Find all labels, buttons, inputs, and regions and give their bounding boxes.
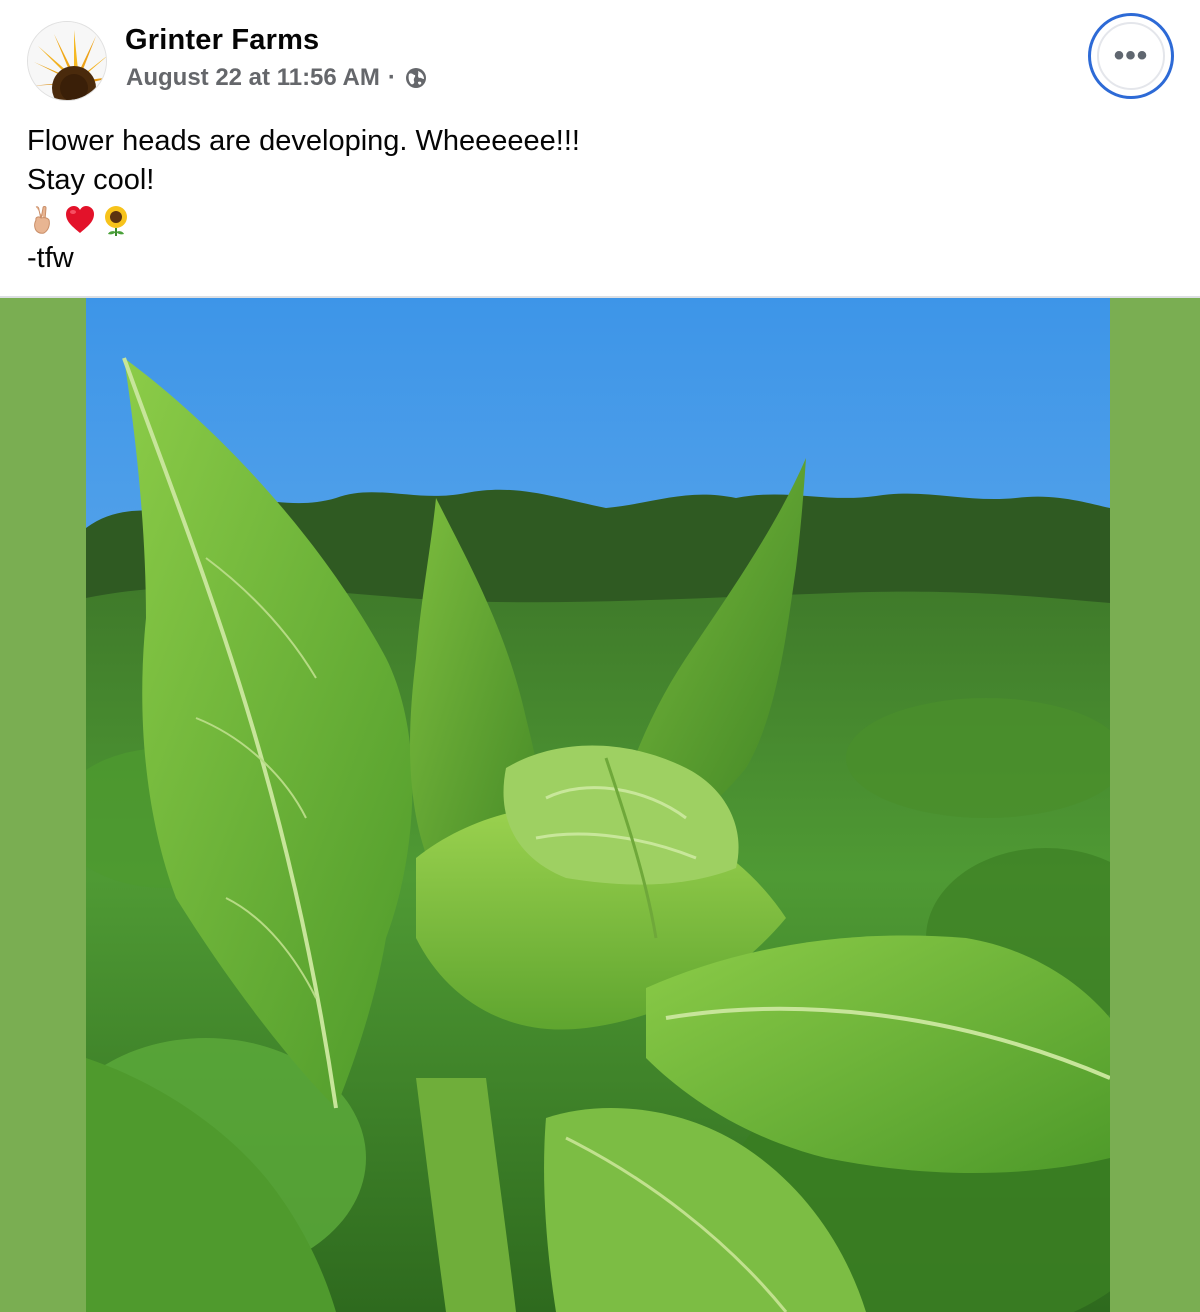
post-timestamp-link[interactable]: August 22 at 11:56 AM (126, 64, 380, 92)
post-text: Flower heads are developing. Wheeeeee!!!… (27, 122, 580, 278)
sunflower-avatar-icon (28, 22, 106, 100)
globe-icon[interactable] (404, 66, 428, 90)
post-photo[interactable] (86, 298, 1110, 1312)
photo-frame (0, 298, 1200, 1312)
more-options-button[interactable]: ••• (1088, 13, 1174, 99)
page-name-link[interactable]: Grinter Farms (125, 24, 319, 57)
red-heart-icon (63, 203, 97, 237)
meta-separator: · (387, 64, 396, 91)
sunflower-bud-photo (86, 298, 1110, 1312)
post-header: Grinter Farms August 22 at 11:56 AM · ••… (0, 0, 1200, 298)
victory-hand-icon (27, 203, 61, 237)
post-meta: August 22 at 11:56 AM · (126, 64, 428, 92)
post-text-line-2: Stay cool! (27, 164, 155, 196)
more-options-icon: ••• (1097, 22, 1165, 90)
emoji-row (27, 200, 580, 239)
post-text-line-1: Flower heads are developing. Wheeeeee!!! (27, 125, 580, 157)
sunflower-icon (99, 203, 133, 237)
post-signature: -tfw (27, 242, 74, 274)
page-avatar[interactable] (27, 21, 107, 101)
